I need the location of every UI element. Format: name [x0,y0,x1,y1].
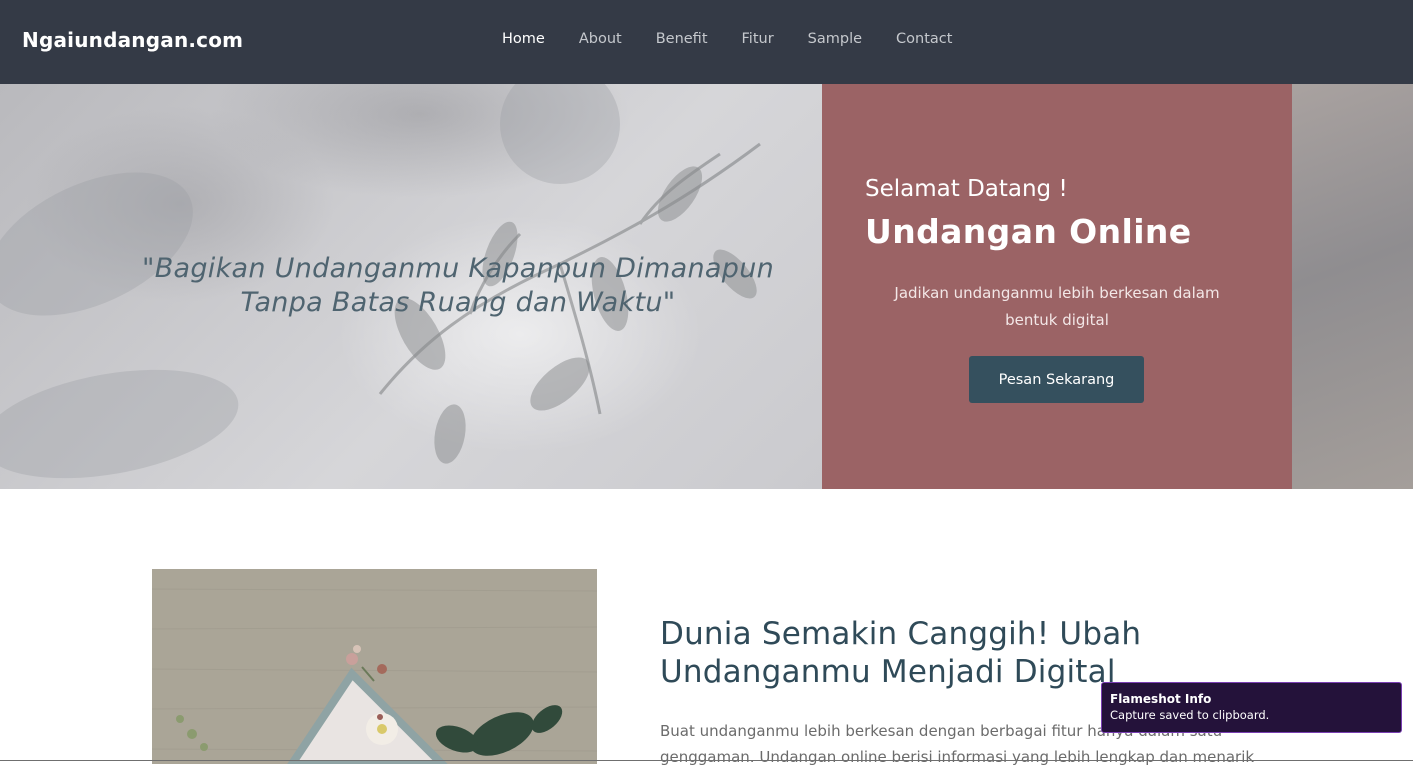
notification-body: Capture saved to clipboard. [1110,708,1270,722]
invitation-illustration [152,569,597,764]
hero-headline: Undangan Online [865,212,1192,251]
about-title: Dunia Semakin Canggih! Ubah Undanganmu M… [660,616,1142,690]
hero-subtitle: Jadikan undanganmu lebih berkesan dalam … [894,284,1220,329]
nav-about[interactable]: About [579,31,622,47]
main-nav: Home About Benefit Fitur Sample Contact [502,31,986,47]
brand-logo-text[interactable]: Ngaiundangan.com [22,28,243,52]
welcome-text: Selamat Datang ! [865,176,1068,202]
nav-fitur[interactable]: Fitur [742,31,774,47]
hero-background-right [1292,84,1413,489]
notification-title: Flameshot Info [1110,692,1212,706]
hero-welcome-panel: Selamat Datang ! Undangan Online Jadikan… [822,84,1292,489]
hero-quote-line2: Tanpa Batas Ruang dan Waktu" [240,287,676,318]
top-navbar: Ngaiundangan.com Home About Benefit Fitu… [0,0,1413,84]
flameshot-notification[interactable]: Flameshot Info Capture saved to clipboar… [1101,682,1402,733]
hero-quote: "Bagikan Undanganmu Kapanpun Dimanapun T… [118,252,798,320]
order-now-button[interactable]: Pesan Sekarang [969,356,1144,403]
window-bottom-divider [0,760,1413,761]
nav-home[interactable]: Home [502,31,545,47]
nav-benefit[interactable]: Benefit [656,31,708,47]
nav-contact[interactable]: Contact [896,31,952,47]
nav-sample[interactable]: Sample [808,31,862,47]
hero-quote-line1: "Bagikan Undanganmu Kapanpun Dimanapun [141,253,775,284]
invitation-photo [152,569,597,764]
hero-section: "Bagikan Undanganmu Kapanpun Dimanapun T… [0,84,1413,489]
